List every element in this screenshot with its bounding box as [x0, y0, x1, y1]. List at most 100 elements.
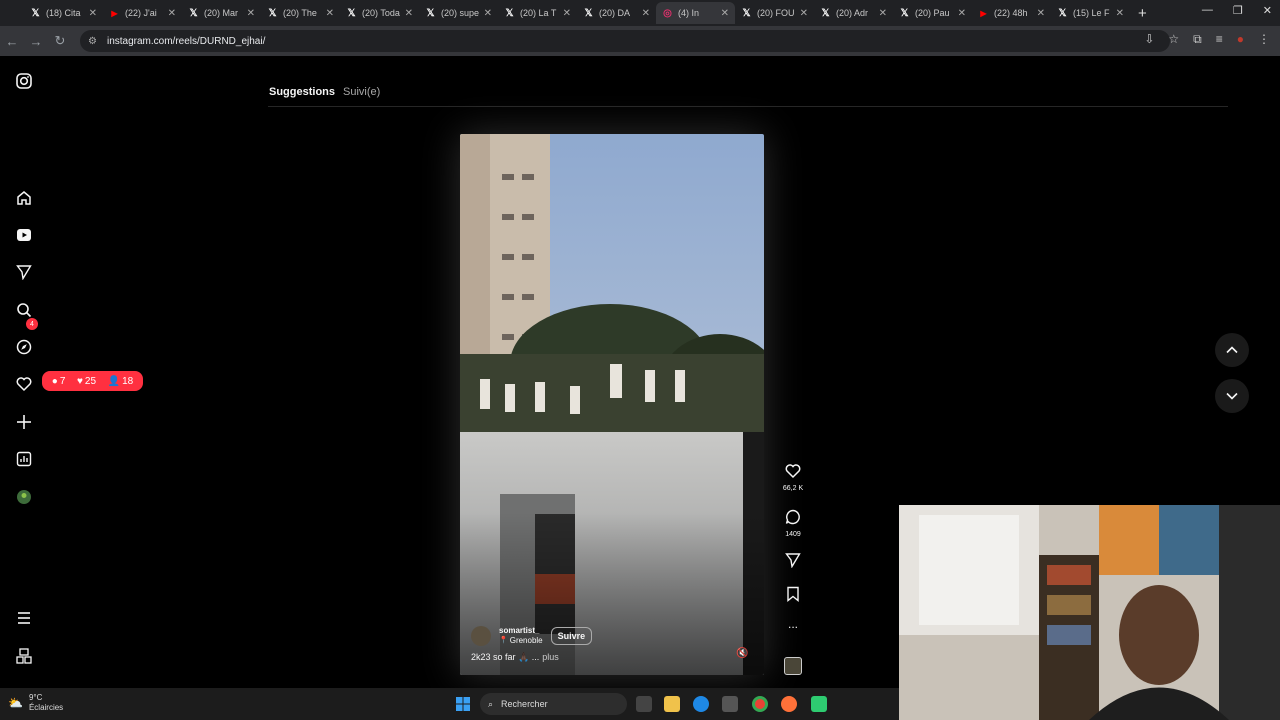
- next-reel-button[interactable]: [1215, 379, 1249, 413]
- save-bookmark-icon[interactable]: [779, 586, 807, 607]
- windows-taskbar: ⛅ 9°C Éclaircies ⌕ Rechercher: [0, 688, 899, 720]
- reload-button[interactable]: ↻: [48, 33, 72, 49]
- restore-button[interactable]: ❐: [1233, 4, 1243, 17]
- more-options-button[interactable]: ...: [779, 618, 807, 630]
- close-window-button[interactable]: ✕: [1263, 4, 1272, 17]
- url-field[interactable]: ⚙ instagram.com/reels/DURND_ejhai/: [80, 30, 1170, 52]
- store-icon[interactable]: [722, 696, 738, 712]
- profile-avatar[interactable]: ●: [1237, 32, 1244, 47]
- tab-title: (22) J'ai: [125, 8, 157, 18]
- close-tab-icon[interactable]: ✕: [800, 8, 808, 19]
- browser-tab[interactable]: 𝕏 (20) FOU ✕: [735, 2, 814, 24]
- profile-avatar-icon[interactable]: [15, 488, 33, 506]
- browser-menu-icon[interactable]: ⋮: [1258, 32, 1270, 47]
- follows-activity-count: 18: [122, 375, 134, 387]
- browser-tab[interactable]: 𝕏 (20) Pau ✕: [893, 2, 972, 24]
- notifications-heart-icon[interactable]: [15, 375, 33, 393]
- dashboard-icon[interactable]: [15, 450, 33, 468]
- browser-tab[interactable]: 𝕏 (20) supe ✕: [419, 2, 498, 24]
- search-icon[interactable]: [15, 301, 33, 319]
- browser-tab[interactable]: 𝕏 (15) Le F ✕: [1051, 2, 1130, 24]
- close-tab-icon[interactable]: ✕: [89, 8, 97, 19]
- search-icon: ⌕: [488, 698, 494, 709]
- extensions-icon[interactable]: ⧉: [1193, 32, 1202, 47]
- person-icon: 👤: [107, 375, 121, 387]
- mute-icon[interactable]: 🔇: [736, 648, 748, 659]
- minimize-button[interactable]: —: [1202, 4, 1213, 17]
- tab-title: (20) Toda: [362, 8, 400, 18]
- comment-count: 1409: [785, 531, 801, 538]
- youtube-logo-icon: ▶: [980, 8, 987, 18]
- previous-reel-button[interactable]: [1215, 333, 1249, 367]
- weather-widget[interactable]: ⛅ 9°C Éclaircies: [8, 693, 63, 713]
- browser-tab[interactable]: 𝕏 (20) The ✕: [261, 2, 340, 24]
- caption-more-link[interactable]: plus: [542, 652, 559, 663]
- url-text: instagram.com/reels/DURND_ejhai/: [106, 35, 266, 47]
- location-pin-icon: 📍: [499, 637, 508, 644]
- more-menu-icon[interactable]: [15, 609, 33, 627]
- close-tab-icon[interactable]: ✕: [721, 8, 729, 19]
- follow-button[interactable]: Suivre: [550, 627, 593, 645]
- location-label[interactable]: Grenoble: [510, 636, 543, 646]
- x-logo-icon: 𝕏: [900, 7, 909, 19]
- chevron-up-icon: [1226, 346, 1238, 354]
- close-tab-icon[interactable]: ✕: [484, 8, 492, 19]
- file-explorer-icon[interactable]: [664, 696, 680, 712]
- author-username[interactable]: somartist_: [499, 626, 543, 636]
- browser-tab[interactable]: 𝕏 (20) DA ✕: [577, 2, 656, 24]
- taskbar-search[interactable]: ⌕ Rechercher: [480, 693, 627, 715]
- also-from-meta-icon[interactable]: [15, 647, 33, 665]
- app-icon[interactable]: [811, 696, 827, 712]
- comment-bubble-icon[interactable]: [779, 509, 807, 530]
- task-view-icon[interactable]: [636, 696, 652, 712]
- like-heart-icon[interactable]: [779, 463, 807, 484]
- close-tab-icon[interactable]: ✕: [563, 8, 571, 19]
- bookmark-star-icon[interactable]: ☆: [1168, 32, 1179, 47]
- close-tab-icon[interactable]: ✕: [247, 8, 255, 19]
- browser-tab[interactable]: 𝕏 (20) Toda ✕: [340, 2, 419, 24]
- window-controls: — ❐ ✕: [1202, 4, 1272, 17]
- firefox-icon[interactable]: [781, 696, 797, 712]
- close-tab-icon[interactable]: ✕: [1037, 8, 1045, 19]
- close-tab-icon[interactable]: ✕: [1116, 8, 1124, 19]
- explore-compass-icon[interactable]: [15, 338, 33, 356]
- create-plus-icon[interactable]: [15, 413, 33, 431]
- close-tab-icon[interactable]: ✕: [958, 8, 966, 19]
- youtube-logo-icon: ▶: [111, 8, 118, 18]
- tab-suggestions[interactable]: Suggestions: [269, 86, 335, 98]
- tab-title: (20) FOU: [757, 8, 795, 18]
- close-tab-icon[interactable]: ✕: [326, 8, 334, 19]
- close-tab-icon[interactable]: ✕: [405, 8, 413, 19]
- tab-following[interactable]: Suivi(e): [343, 86, 380, 98]
- home-icon[interactable]: [15, 189, 33, 207]
- browser-tab[interactable]: ◎ (4) In ✕: [656, 2, 735, 24]
- close-tab-icon[interactable]: ✕: [642, 8, 650, 19]
- reels-icon[interactable]: [15, 226, 33, 244]
- reel-video[interactable]: somartist_ 📍 Grenoble Suivre 2k23 so far…: [460, 134, 764, 675]
- browser-tab[interactable]: 𝕏 (18) Cita ✕: [24, 2, 103, 24]
- close-tab-icon[interactable]: ✕: [879, 8, 887, 19]
- activity-summary-pill[interactable]: ● 7 ♥ 25 👤 18: [42, 371, 143, 391]
- edge-icon[interactable]: [693, 696, 709, 712]
- install-app-icon[interactable]: ⇩: [1144, 32, 1154, 47]
- chrome-icon[interactable]: [752, 696, 768, 712]
- browser-tab[interactable]: ▶ (22) J'ai ✕: [103, 2, 182, 24]
- browser-tab[interactable]: 𝕏 (20) Adr ✕: [814, 2, 893, 24]
- author-avatar[interactable]: [471, 626, 491, 646]
- forward-button[interactable]: →: [24, 34, 48, 49]
- instagram-logo-icon[interactable]: [15, 72, 33, 90]
- audio-thumbnail[interactable]: [784, 657, 802, 675]
- browser-tab[interactable]: 𝕏 (20) La T ✕: [498, 2, 577, 24]
- browser-tab[interactable]: 𝕏 (20) Mar ✕: [182, 2, 261, 24]
- messages-icon[interactable]: [15, 263, 33, 281]
- close-tab-icon[interactable]: ✕: [168, 8, 176, 19]
- share-paper-plane-icon[interactable]: [779, 552, 807, 573]
- windows-start-icon[interactable]: [455, 696, 471, 712]
- browser-tab[interactable]: ▶ (22) 48h ✕: [972, 2, 1051, 24]
- x-logo-icon: 𝕏: [189, 7, 198, 19]
- back-button[interactable]: ←: [0, 34, 24, 49]
- site-info-icon[interactable]: ⚙: [88, 36, 97, 47]
- media-control-icon[interactable]: ≡: [1216, 32, 1223, 47]
- reel-caption-block: somartist_ 📍 Grenoble Suivre 2k23 so far…: [471, 626, 761, 663]
- new-tab-button[interactable]: +: [1138, 5, 1147, 22]
